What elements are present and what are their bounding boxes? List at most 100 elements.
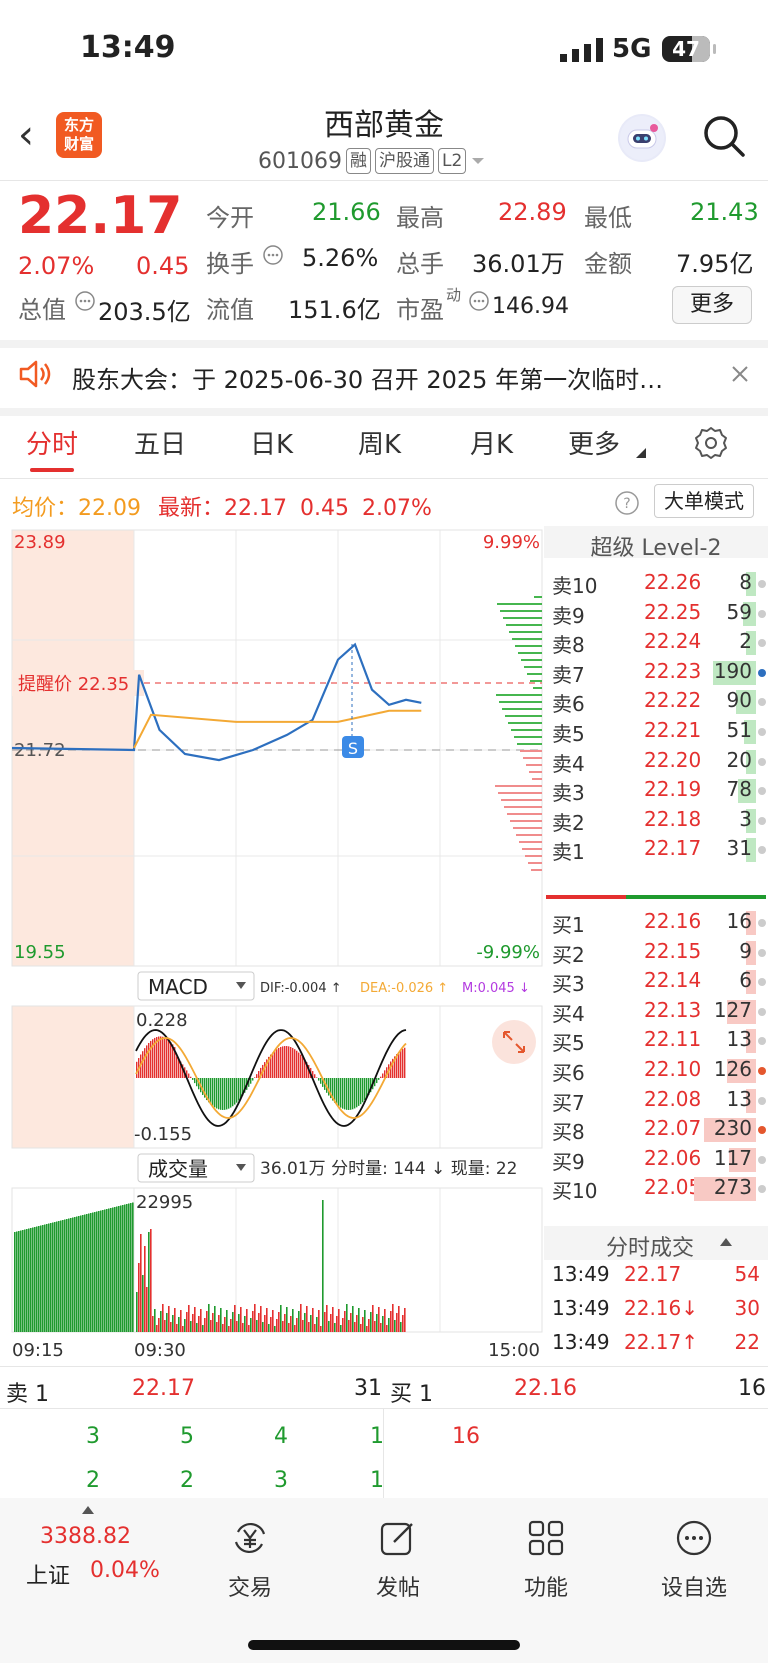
level-price: 22.16 xyxy=(644,909,702,933)
depth-bar xyxy=(521,659,542,661)
trade-volume: 30 xyxy=(734,1296,760,1320)
volume-bar xyxy=(132,1202,134,1332)
ask-row[interactable]: 卖9 22.25 59 xyxy=(552,600,766,628)
tab-weekly-k[interactable]: 周K xyxy=(358,424,401,461)
stock-code-line[interactable]: 601069 融 沪股通 L2 xyxy=(258,148,486,174)
big-order-mode-button[interactable]: 大单模式 xyxy=(654,484,754,518)
add-watchlist-button[interactable]: 设自选 xyxy=(644,1518,744,1602)
volume-bar xyxy=(160,1311,162,1332)
assistant-avatar-icon[interactable] xyxy=(618,114,666,162)
volume-bar xyxy=(48,1223,50,1332)
volume-bar xyxy=(144,1246,146,1332)
info-icon[interactable] xyxy=(74,290,96,312)
search-icon[interactable] xyxy=(702,114,746,158)
ask-row[interactable]: 卖3 22.19 78 xyxy=(552,777,766,805)
macd-bar xyxy=(340,1078,342,1108)
macd-bar xyxy=(356,1078,358,1108)
notice-bar[interactable]: 股东大会：于 2025-06-30 召开 2025 年第一次临时… xyxy=(0,342,768,408)
ask-row[interactable]: 卖10 22.26 8 xyxy=(552,570,766,598)
bid-row[interactable]: 买10 22.05 273 xyxy=(552,1175,766,1203)
level-dot xyxy=(758,698,766,707)
bid-row[interactable]: 买6 22.10 126 xyxy=(552,1057,766,1085)
ask-row[interactable]: 卖7 22.23 190 xyxy=(552,658,766,687)
ask-row[interactable]: 卖8 22.24 2 xyxy=(552,629,766,657)
level-dot xyxy=(758,948,766,957)
tab-monthly-k[interactable]: 月K xyxy=(470,424,513,461)
volume-bar xyxy=(294,1325,296,1332)
volume-bar xyxy=(176,1324,178,1332)
volume-bar xyxy=(332,1307,334,1332)
pe-value: 146.94 xyxy=(492,294,569,319)
volume-bar xyxy=(150,1229,152,1332)
bid-row[interactable]: 买1 22.16 16 xyxy=(552,909,766,937)
volume-bar xyxy=(232,1312,234,1332)
volume-bar xyxy=(194,1307,196,1332)
depth-bar xyxy=(510,820,542,822)
trade-price: 22.16↓ xyxy=(624,1296,699,1320)
volume-bar xyxy=(86,1214,88,1332)
volume-bar xyxy=(246,1309,248,1332)
volume-bar xyxy=(50,1223,52,1332)
ask-row[interactable]: 卖4 22.20 20 xyxy=(552,748,766,776)
macd-bar xyxy=(346,1078,348,1110)
bid-row[interactable]: 买4 22.13 127 xyxy=(552,998,766,1026)
ask-queue-item: 3 xyxy=(274,1468,288,1493)
trade-button[interactable]: 交易 xyxy=(200,1518,300,1602)
volume-bar xyxy=(98,1211,100,1332)
depth-bar xyxy=(508,722,542,724)
level-price: 22.23 xyxy=(644,658,702,683)
depth-bar xyxy=(524,666,542,668)
settings-icon[interactable] xyxy=(694,426,728,460)
macd-bar xyxy=(236,1078,238,1103)
index-value[interactable]: 3388.82 xyxy=(40,1524,131,1549)
macd-bar xyxy=(292,1047,294,1078)
macd-bar xyxy=(232,1078,234,1107)
level-label: 买5 xyxy=(552,1031,585,1056)
volume-bar xyxy=(104,1209,106,1332)
tab-daily-k[interactable]: 日K xyxy=(250,424,293,461)
volume-bar xyxy=(248,1325,250,1332)
index-pct[interactable]: 0.04% xyxy=(90,1558,160,1583)
volume-bar xyxy=(228,1326,230,1332)
more-button[interactable]: 更多 xyxy=(672,286,752,324)
float-label: 流值 xyxy=(206,296,254,324)
macd-bar xyxy=(294,1049,296,1078)
high-value: 22.89 xyxy=(498,198,567,226)
volume-bar xyxy=(336,1316,338,1332)
macd-bar xyxy=(240,1078,242,1099)
notice-text: 股东大会：于 2025-06-30 召开 2025 年第一次临时… xyxy=(72,366,664,394)
ask-row[interactable]: 卖6 22.22 90 xyxy=(552,688,766,716)
tab-more[interactable]: 更多 xyxy=(568,424,620,461)
bid-row[interactable]: 买2 22.15 9 xyxy=(552,939,766,967)
macd-bar xyxy=(302,1056,304,1078)
bid-row[interactable]: 买9 22.06 117 xyxy=(552,1146,766,1174)
trade-price: 22.17↑ xyxy=(624,1330,699,1354)
intraday-chart[interactable]: 23.89 19.55 9.99% -9.99% 21.72 提醒价 22.35… xyxy=(0,526,548,1364)
ask-row[interactable]: 卖1 22.17 31 xyxy=(552,836,766,864)
macd-bar xyxy=(230,1078,232,1108)
ask-row[interactable]: 卖5 22.21 51 xyxy=(552,718,766,746)
ask-queue-item: 2 xyxy=(180,1468,194,1493)
functions-button[interactable]: 功能 xyxy=(496,1518,596,1602)
info-icon[interactable] xyxy=(468,290,490,312)
tab-five-day[interactable]: 五日 xyxy=(134,424,186,461)
close-icon[interactable] xyxy=(730,364,750,384)
bid-row[interactable]: 买5 22.11 13 xyxy=(552,1027,766,1056)
volume-bar xyxy=(370,1312,372,1332)
low-label: 最低 xyxy=(584,204,632,232)
ask-row[interactable]: 卖2 22.18 3 xyxy=(552,807,766,835)
level-price: 22.11 xyxy=(644,1027,702,1052)
bid-row[interactable]: 买3 22.14 6 xyxy=(552,968,766,996)
post-button[interactable]: 发帖 xyxy=(348,1518,448,1602)
volume-bar xyxy=(174,1308,176,1332)
depth-bar xyxy=(503,617,542,619)
index-name[interactable]: 上证 xyxy=(26,1558,70,1590)
volume-bar xyxy=(208,1304,210,1332)
macd-bar xyxy=(350,1078,352,1110)
bid-row[interactable]: 买8 22.07 230 xyxy=(552,1116,766,1144)
macd-bar xyxy=(166,1038,168,1078)
tab-intraday[interactable]: 分时 xyxy=(26,424,78,461)
info-icon[interactable] xyxy=(262,244,284,266)
help-icon[interactable]: ? xyxy=(614,490,640,516)
bid-row[interactable]: 买7 22.08 13 xyxy=(552,1087,766,1115)
